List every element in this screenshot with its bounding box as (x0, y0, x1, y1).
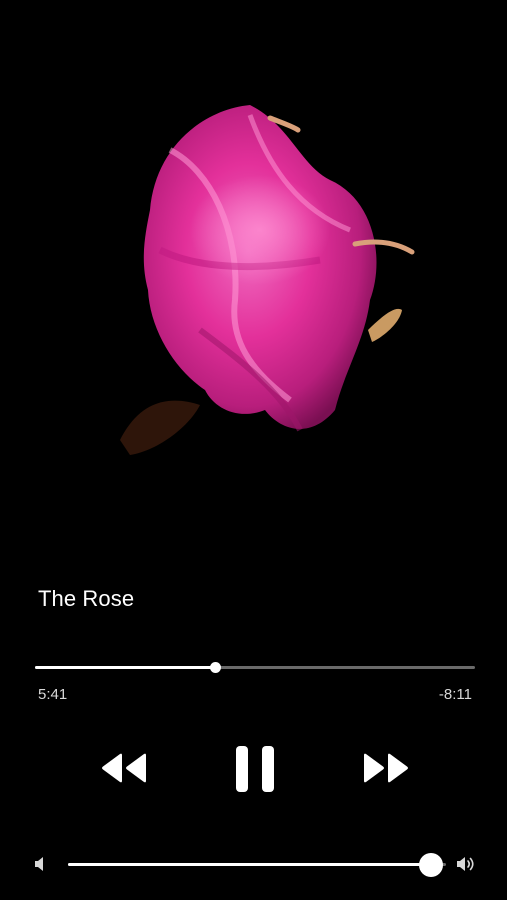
elapsed-time: 5:41 (38, 686, 68, 703)
playback-scrubber[interactable] (35, 659, 475, 677)
rewind-icon (102, 753, 146, 783)
volume-max-icon (456, 855, 476, 878)
volume-level (68, 863, 431, 866)
rewind-button[interactable] (100, 752, 150, 784)
pause-icon (236, 746, 274, 792)
volume-slider[interactable] (68, 853, 446, 877)
album-artwork (0, 0, 507, 560)
fast-forward-button[interactable] (360, 752, 410, 784)
scrubber-thumb[interactable] (210, 662, 222, 673)
scrubber-progress (35, 666, 216, 669)
remaining-time: -8:11 (438, 686, 472, 703)
volume-min-icon (34, 856, 48, 877)
now-playing-screen: The Rose 5:41 -8:11 (0, 0, 507, 900)
volume-thumb[interactable] (418, 853, 443, 877)
fast-forward-icon (364, 753, 408, 783)
pause-button[interactable] (234, 744, 276, 794)
track-title: The Rose (38, 586, 135, 611)
